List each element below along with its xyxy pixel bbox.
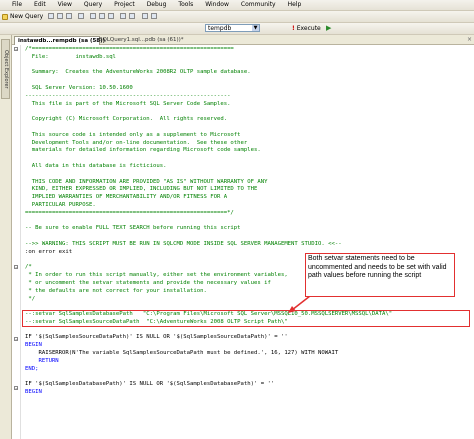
- code-line: RETURN: [25, 357, 59, 364]
- code-line: IMPLIED WARRANTIES OF MERCHANTABILITY AN…: [25, 194, 228, 201]
- close-icon[interactable]: ×: [467, 36, 472, 43]
- code-line: END;: [25, 365, 39, 372]
- menu-item-view[interactable]: View: [52, 0, 78, 10]
- menu-item-tools[interactable]: Tools: [172, 0, 199, 10]
- code-line: --:setvar SqlSamplesDatabasePath "C:\Pro…: [25, 311, 393, 318]
- callout-text: Both setvar statements need to be uncomm…: [308, 255, 447, 279]
- menu-item-window[interactable]: Window: [199, 0, 235, 10]
- menu-item-help[interactable]: Help: [282, 0, 308, 10]
- tab-sqlquery1[interactable]: SQLQuery1.sql...pdb (sa (61))*: [96, 36, 187, 44]
- new-query-button[interactable]: New Query: [2, 12, 43, 21]
- code-line: RAISERROR(N'The variable SqlSamplesSourc…: [25, 350, 339, 357]
- execute-button[interactable]: ! Execute: [292, 24, 321, 33]
- annotation-callout: Both setvar statements need to be uncomm…: [305, 253, 455, 297]
- object-explorer-sidebar: Object Explorer: [0, 35, 12, 439]
- open-file-icon[interactable]: [48, 13, 54, 19]
- code-line: ========================================…: [25, 209, 234, 216]
- code-line: KIND, EITHER EXPRESSED OR IMPLIED, INCLU…: [25, 186, 258, 193]
- code-line: Copyright (C) Microsoft Corporation. All…: [25, 116, 228, 123]
- code-line: materials for detailed information regar…: [25, 147, 261, 154]
- menu-item-file[interactable]: File: [0, 0, 28, 10]
- object-explorer-icon[interactable]: [142, 13, 148, 19]
- print-icon[interactable]: [78, 13, 84, 19]
- collapse-marker-icon[interactable]: −: [14, 337, 18, 341]
- menu-item-debug[interactable]: Debug: [141, 0, 173, 10]
- database-select-value: tempdb: [208, 25, 232, 32]
- code-line: -->> WARNING: THIS SCRIPT MUST BE RUN IN…: [25, 240, 342, 247]
- code-line: BEGIN: [25, 342, 42, 349]
- new-query-label: New Query: [10, 13, 44, 20]
- sql-editor-toolbar: tempdb ▼ ! Execute ▶: [0, 23, 474, 35]
- code-line: IF '$(SqlSamplesDatabasePath)' IS NULL O…: [25, 381, 275, 388]
- collapse-marker-icon[interactable]: −: [14, 47, 18, 51]
- standard-toolbar: New Query: [0, 11, 474, 23]
- menu-item-community[interactable]: Community: [235, 0, 282, 10]
- debug-icon[interactable]: ▶: [326, 24, 331, 32]
- code-line: This file is part of the Microsoft SQL S…: [25, 100, 231, 107]
- menu-item-query[interactable]: Query: [78, 0, 108, 10]
- document-tabs: instawdb...rempdb (sa (58)) SQLQuery1.sq…: [12, 35, 474, 45]
- new-query-icon: [2, 13, 8, 20]
- code-line: All data in this database is ficticious.: [25, 162, 167, 169]
- editor-gutter: − − − −: [12, 45, 21, 439]
- code-line: /*======================================…: [25, 46, 234, 52]
- code-line: File: instawdb.sql: [25, 53, 116, 60]
- properties-icon[interactable]: [151, 13, 157, 19]
- collapse-marker-icon[interactable]: −: [14, 386, 18, 390]
- menu-bar: File Edit View Query Project Debug Tools Window…: [0, 0, 474, 11]
- execute-icon: !: [292, 25, 295, 32]
- save-icon[interactable]: [57, 13, 63, 19]
- code-line: ----------------------------------------…: [25, 92, 231, 99]
- chevron-down-icon: ▼: [252, 25, 259, 31]
- code-text[interactable]: /*======================================…: [25, 46, 474, 436]
- tab-sqlquery1-label: SQLQuery1.sql...pdb (sa (61))*: [99, 37, 184, 43]
- code-line: BEGIN: [25, 389, 42, 396]
- menu-item-project[interactable]: Project: [108, 0, 141, 10]
- code-line: PARTICULAR PURPOSE.: [25, 201, 96, 208]
- redo-icon[interactable]: [129, 13, 135, 19]
- paste-icon[interactable]: [108, 13, 114, 19]
- tab-instawdb[interactable]: instawdb...rempdb (sa (58)): [14, 36, 105, 45]
- code-line: Development Tools and/or on-line documen…: [25, 139, 248, 146]
- tab-instawdb-label: instawdb...rempdb (sa (58)): [18, 38, 106, 44]
- copy-icon[interactable]: [99, 13, 105, 19]
- object-explorer-tab[interactable]: Object Explorer: [1, 39, 10, 99]
- save-all-icon[interactable]: [66, 13, 72, 19]
- code-line: IF '$(SqlSamplesSourceDataPath)' IS NULL…: [25, 334, 288, 341]
- code-line: Summary: Creates the AdventureWorks 2008…: [25, 69, 251, 76]
- execute-label: Execute: [296, 25, 321, 32]
- query-editor[interactable]: − − − − /*==============================…: [12, 45, 474, 439]
- database-select[interactable]: tempdb ▼: [205, 24, 260, 32]
- menu-item-edit[interactable]: Edit: [28, 0, 52, 10]
- code-line: This source code is intended only as a s…: [25, 131, 241, 138]
- cut-icon[interactable]: [90, 13, 96, 19]
- code-line: --:setvar SqlSamplesSourceDataPath "C:\A…: [25, 318, 288, 325]
- code-line: -- Be sure to enable FULL TEXT SEARCH be…: [25, 225, 241, 232]
- undo-icon[interactable]: [120, 13, 126, 19]
- code-line: SQL Server Version: 10.50.1600: [25, 84, 133, 91]
- collapse-marker-icon[interactable]: −: [14, 265, 18, 269]
- code-line: THIS CODE AND INFORMATION ARE PROVIDED "…: [25, 178, 268, 185]
